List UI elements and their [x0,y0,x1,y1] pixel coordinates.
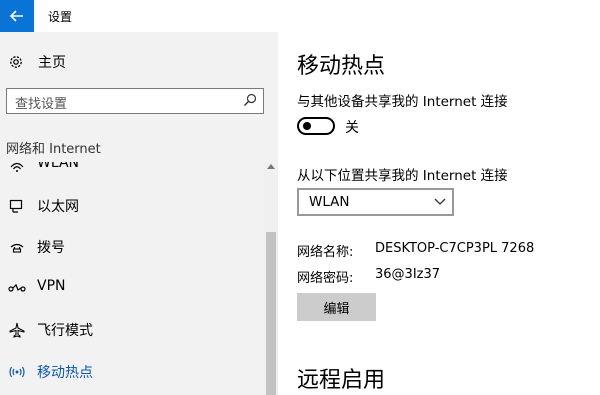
sidebar-item-wlan[interactable]: WLAN [0,162,264,185]
vpn-icon [8,279,26,297]
sidebar-item-label: 以太网 [37,199,79,215]
hotspot-toggle[interactable] [297,117,335,135]
title-bar: 设置 [0,0,600,32]
sidebar-item-label: VPN [37,278,66,294]
section-title: 网络和 Internet [6,142,101,157]
wifi-icon [8,162,26,174]
back-arrow-icon [10,10,23,22]
sidebar-item-label: 移动热点 [37,365,93,381]
sidebar-scrollbar[interactable] [264,162,278,395]
back-button[interactable] [0,0,34,32]
hotspot-icon [8,363,26,381]
remote-enable-heading: 远程启用 [297,368,386,393]
share-connection-label: 与其他设备共享我的 Internet 连接 [297,94,508,110]
scroll-thumb[interactable] [266,232,276,395]
share-from-select[interactable]: WLAN [297,188,454,216]
search-icon [244,93,257,106]
network-name-label: 网络名称: [297,245,354,260]
dialup-icon [8,238,26,256]
toggle-state-label: 关 [345,120,359,136]
search-input[interactable]: 查找设置 [6,88,264,114]
network-name-value: DESKTOP-C7CP3PL 7268 [375,241,535,256]
airplane-icon [8,321,26,339]
share-from-label: 从以下位置共享我的 Internet 连接 [297,168,508,184]
page-title: 移动热点 [297,54,386,79]
window-title: 设置 [48,10,73,24]
sidebar-item-label: 拨号 [37,240,65,256]
sidebar-item-label: WLAN [37,162,80,171]
toggle-knob [303,122,311,130]
sidebar-item-airplane[interactable]: 飞行模式 [0,310,264,350]
chevron-down-icon [434,198,446,205]
home-label: 主页 [38,55,66,71]
search-placeholder: 查找设置 [15,97,68,112]
gear-icon [10,56,22,68]
sidebar-item-hotspot[interactable]: 移动热点 [0,352,264,392]
home-link[interactable]: 主页 [8,52,66,72]
sidebar-item-dialup[interactable]: 拨号 [0,227,264,267]
sidebar-item-vpn[interactable]: VPN [0,268,264,308]
scroll-up-icon[interactable] [267,164,275,169]
network-password-label: 网络密码: [297,271,354,286]
network-password-value: 36@3Iz37 [375,267,441,282]
sidebar-item-ethernet[interactable]: 以太网 [0,186,264,226]
edit-button[interactable]: 编辑 [297,293,376,321]
nav-list: WLAN 以太网 拨号 VPN 飞行模式 移动热点 [0,162,264,395]
ethernet-icon [8,197,26,215]
share-from-value: WLAN [309,194,350,210]
sidebar-item-label: 飞行模式 [37,323,93,339]
